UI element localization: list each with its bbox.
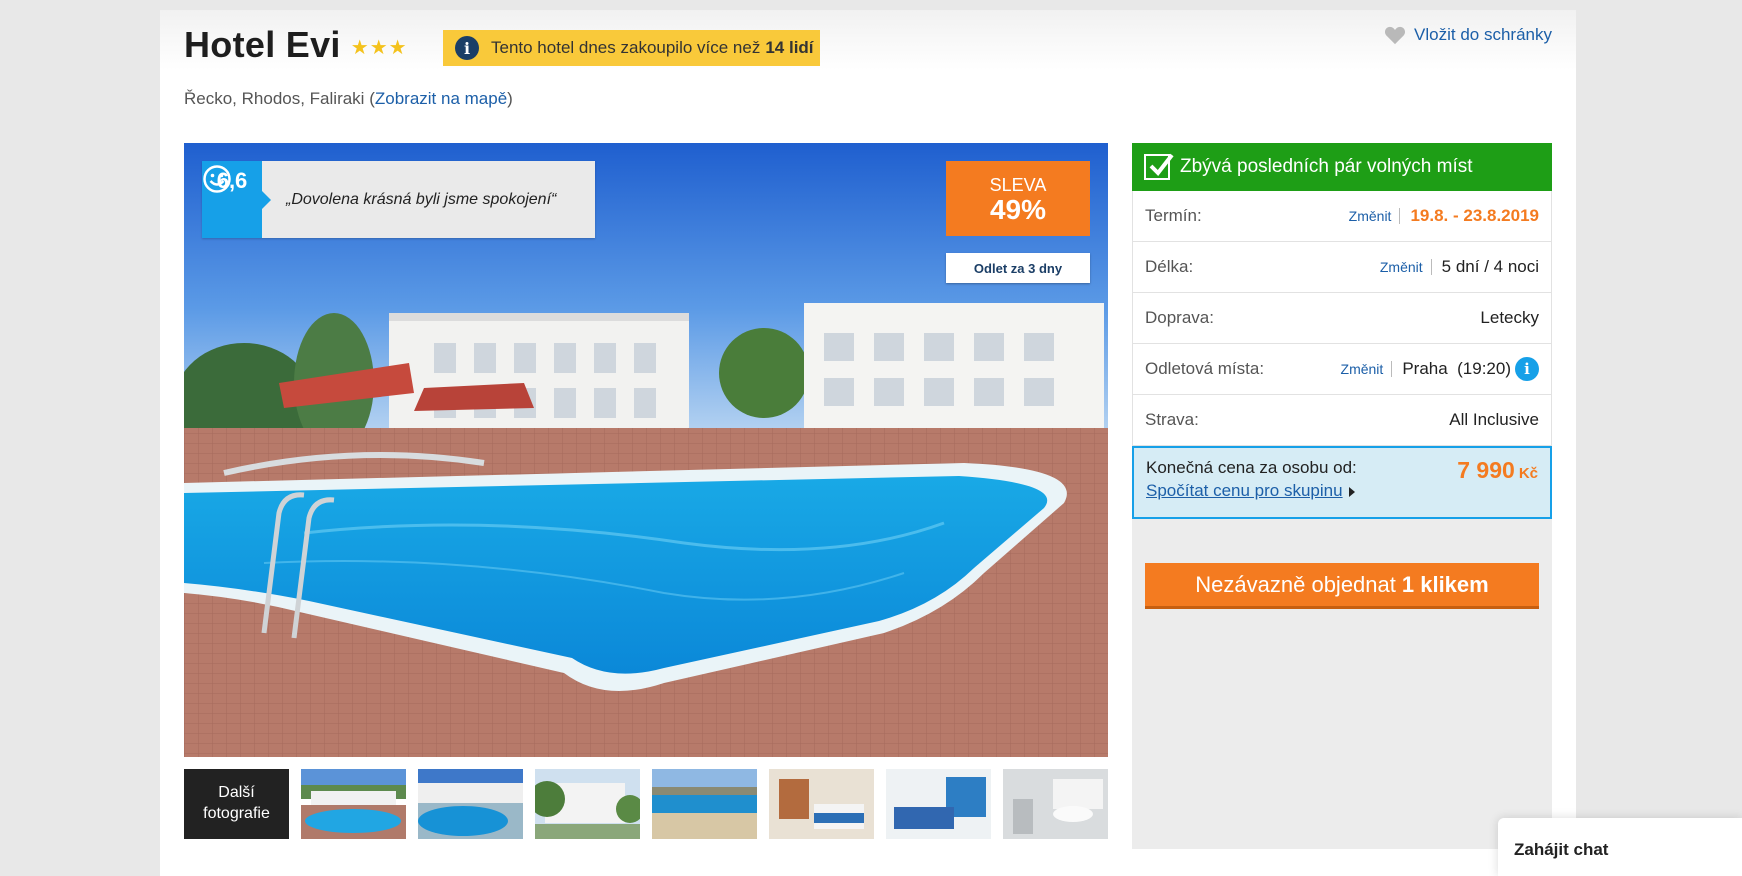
row-label: Termín: bbox=[1145, 206, 1202, 225]
availability-text: Zbývá posledních pár volných míst bbox=[1180, 156, 1473, 177]
guest-rating-box[interactable]: 6,6 „Dovolena krásná byli jsme spokojení… bbox=[202, 161, 595, 238]
more-photos-label-line2: fotografie bbox=[203, 805, 270, 822]
row-value: 19.8. - 23.8.2019 bbox=[1410, 206, 1539, 225]
change-date-link[interactable]: Změnit bbox=[1349, 208, 1401, 224]
thumbnail[interactable] bbox=[652, 769, 757, 839]
booking-details: Termín: Změnit 19.8. - 23.8.2019 Délka: … bbox=[1132, 191, 1552, 446]
info-icon: i bbox=[455, 36, 479, 60]
order-button-bold: 1 klikem bbox=[1401, 571, 1489, 597]
location-text: Řecko, Rhodos, Faliraki bbox=[184, 89, 365, 108]
booking-panel: Zbývá posledních pár volných míst Termín… bbox=[1132, 143, 1552, 849]
add-to-wishlist-button[interactable]: Vložit do schránky bbox=[1384, 25, 1552, 45]
group-price-label: Spočítat cenu pro skupinu bbox=[1146, 481, 1343, 500]
discount-badge: SLEVA 49% bbox=[946, 161, 1090, 236]
more-photos-label-line1: Další bbox=[218, 784, 255, 802]
price-value: 7 990 Kč bbox=[1457, 457, 1538, 484]
availability-banner: Zbývá posledních pár volných míst bbox=[1132, 143, 1552, 191]
row-departure: Odletová místa: Změnit Praha (19:20) i bbox=[1133, 344, 1551, 395]
thumbnail-image bbox=[769, 769, 874, 839]
caret-right-icon bbox=[1348, 486, 1355, 497]
order-button-label: Nezávazně objednat bbox=[1195, 571, 1396, 597]
departure-badge: Odlet za 3 dny bbox=[946, 253, 1090, 283]
row-label: Odletová místa: bbox=[1145, 359, 1265, 378]
thumbnail-image bbox=[535, 769, 640, 839]
smiley-icon bbox=[203, 165, 231, 193]
thumbnail-image bbox=[1003, 769, 1108, 839]
row-board: Strava: All Inclusive bbox=[1133, 395, 1551, 446]
row-date: Termín: Změnit 19.8. - 23.8.2019 bbox=[1133, 191, 1551, 242]
row-transport: Doprava: Letecky bbox=[1133, 293, 1551, 344]
thumbnail-image bbox=[886, 769, 991, 839]
row-label: Délka: bbox=[1145, 257, 1194, 276]
checkmark-icon bbox=[1144, 153, 1174, 180]
photo-thumbnails: Další fotografie bbox=[184, 769, 1108, 839]
row-value: Praha (19:20) bbox=[1402, 359, 1511, 378]
popularity-text: Tento hotel dnes zakoupilo více než bbox=[491, 38, 761, 57]
info-icon[interactable]: i bbox=[1515, 357, 1539, 381]
group-price-link[interactable]: Spočítat cenu pro skupinu bbox=[1146, 481, 1355, 501]
price-currency: Kč bbox=[1518, 465, 1538, 482]
thumbnail-image bbox=[301, 769, 406, 839]
star-icon: ★ bbox=[388, 37, 407, 59]
row-value: 5 dní / 4 noci bbox=[1441, 257, 1539, 276]
discount-label: SLEVA bbox=[989, 175, 1047, 195]
row-label: Doprava: bbox=[1145, 308, 1214, 327]
order-button[interactable]: Nezávazně objednat 1 klikem bbox=[1145, 563, 1539, 609]
rating-score: 6,6 bbox=[202, 161, 271, 238]
show-map-link[interactable]: Zobrazit na mapě bbox=[375, 89, 507, 108]
star-icon: ★ bbox=[350, 37, 369, 59]
row-value: All Inclusive bbox=[1449, 410, 1539, 429]
thumbnail[interactable] bbox=[418, 769, 523, 839]
thumbnail[interactable] bbox=[769, 769, 874, 839]
hotel-location: Řecko, Rhodos, Faliraki (Zobrazit na map… bbox=[184, 89, 513, 108]
more-photos-button[interactable]: Další fotografie bbox=[184, 769, 289, 839]
thumbnail-image bbox=[418, 769, 523, 839]
start-chat-button[interactable]: Zahájit chat bbox=[1498, 818, 1742, 876]
popularity-count: 14 lidí bbox=[765, 38, 814, 57]
row-value: Letecky bbox=[1480, 308, 1539, 327]
heart-icon bbox=[1385, 26, 1406, 45]
row-label: Strava: bbox=[1145, 410, 1199, 429]
thumbnail[interactable] bbox=[535, 769, 640, 839]
star-rating: ★ ★ ★ bbox=[351, 38, 407, 58]
main-hotel-photo[interactable]: 6,6 „Dovolena krásná byli jsme spokojení… bbox=[184, 143, 1108, 757]
thumbnail[interactable] bbox=[301, 769, 406, 839]
wishlist-label: Vložit do schránky bbox=[1414, 25, 1552, 44]
thumbnail[interactable] bbox=[1003, 769, 1108, 839]
review-quote: „Dovolena krásná byli jsme spokojení“ bbox=[286, 190, 557, 208]
thumbnail-image bbox=[652, 769, 757, 839]
change-departure-link[interactable]: Změnit bbox=[1341, 361, 1393, 377]
price-box: Konečná cena za osobu od: Spočítat cenu … bbox=[1132, 446, 1552, 519]
hotel-name: Hotel Evi bbox=[184, 24, 341, 65]
thumbnail[interactable] bbox=[886, 769, 991, 839]
title-row: Hotel Evi ★ ★ ★ bbox=[184, 24, 407, 66]
row-length: Délka: Změnit 5 dní / 4 noci bbox=[1133, 242, 1551, 293]
change-length-link[interactable]: Změnit bbox=[1380, 259, 1432, 275]
discount-value: 49% bbox=[989, 194, 1047, 225]
hotel-detail-page: Hotel Evi ★ ★ ★ i Tento hotel dnes zakou… bbox=[160, 10, 1576, 876]
popularity-banner: i Tento hotel dnes zakoupilo více než 14… bbox=[443, 30, 820, 66]
star-icon: ★ bbox=[369, 37, 388, 59]
price-amount: 7 990 bbox=[1457, 457, 1515, 483]
